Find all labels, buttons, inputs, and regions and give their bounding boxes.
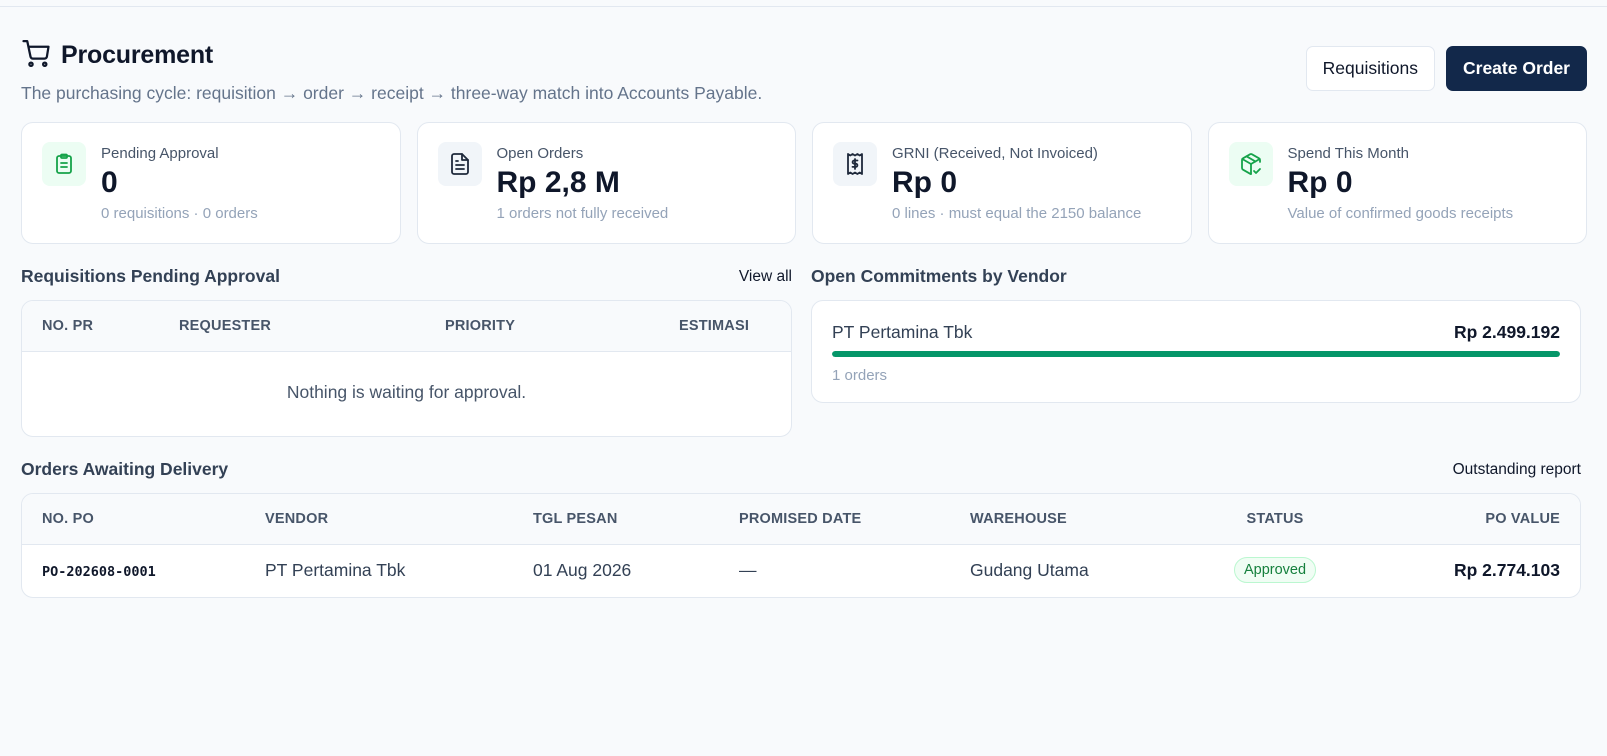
vendor-commitment-item: PT Pertamina Tbk Rp 2.499.192 1 orders [812, 301, 1580, 384]
stat-subtext: 0 requisitions · 0 orders [101, 205, 258, 222]
requisitions-section-header: Requisitions Pending Approval View all [21, 266, 792, 287]
stat-card-pending-approval: Pending Approval 0 0 requisitions · 0 or… [21, 122, 401, 244]
stat-value: 0 [101, 166, 118, 199]
outstanding-report-link[interactable]: Outstanding report [1453, 461, 1581, 479]
stat-label: GRNI (Received, Not Invoiced) [892, 145, 1098, 162]
stat-card-grni: GRNI (Received, Not Invoiced) Rp 0 0 lin… [812, 122, 1192, 244]
stat-label: Pending Approval [101, 145, 219, 162]
order-date-cell: 01 Aug 2026 [533, 559, 632, 580]
promised-date-cell: — [739, 559, 757, 580]
commitment-bar-track [832, 351, 1560, 357]
table-header-row: No. PR Requester Priority Estimasi [22, 301, 791, 352]
column-header[interactable]: Tgl Pesan [533, 494, 739, 545]
vendor-cell: PT Pertamina Tbk [265, 559, 406, 580]
column-header[interactable]: Warehouse [970, 494, 1188, 545]
column-header[interactable]: Promised Date [739, 494, 970, 545]
empty-state-message: Nothing is waiting for approval. [286, 381, 527, 402]
stat-value: Rp 0 [1287, 166, 1353, 199]
stat-value: Rp 2,8 M [496, 166, 620, 199]
table-row[interactable]: PO-202608-0001 PT Pertamina Tbk 01 Aug 2… [22, 544, 1580, 596]
po-number[interactable]: PO-202608-0001 [42, 564, 156, 580]
orders-panel: No. PO Vendor Tgl Pesan Promised Date Wa… [21, 493, 1581, 598]
column-header[interactable]: PO Value [1362, 494, 1580, 545]
column-header[interactable]: Status [1188, 494, 1362, 545]
section-title: Open Commitments by Vendor [811, 266, 1067, 286]
status-badge: Approved [1233, 557, 1317, 584]
requisitions-table: No. PR Requester Priority Estimasi [22, 301, 791, 352]
column-header[interactable]: No. PR [22, 301, 179, 352]
orders-section-header: Orders Awaiting Delivery Outstanding rep… [21, 459, 1581, 480]
stat-subtext: 1 orders not fully received [496, 205, 669, 222]
requisitions-panel: No. PR Requester Priority Estimasi Nothi… [21, 300, 792, 437]
table-header-row: No. PO Vendor Tgl Pesan Promised Date Wa… [22, 494, 1580, 545]
stat-card-spend-this-month: Spend This Month Rp 0 Value of confirmed… [1207, 122, 1587, 244]
page-title: Procurement [61, 41, 214, 69]
clipboard-icon [42, 142, 86, 186]
orders-table: No. PO Vendor Tgl Pesan Promised Date Wa… [22, 494, 1580, 596]
stats-row: Pending Approval 0 0 requisitions · 0 or… [21, 122, 1587, 244]
stat-subtext: Value of confirmed goods receipts [1287, 205, 1514, 222]
stat-value: Rp 0 [892, 166, 958, 199]
stat-label: Spend This Month [1287, 145, 1409, 162]
cart-icon [21, 38, 51, 73]
create-order-button[interactable]: Create Order [1446, 46, 1587, 91]
view-all-link[interactable]: View all [739, 268, 792, 286]
column-header[interactable]: Estimasi [679, 301, 791, 352]
stat-subtext: 0 lines · must equal the 2150 balance [892, 205, 1142, 222]
stat-label: Open Orders [496, 145, 584, 162]
package-check-icon [1228, 142, 1273, 186]
commitments-section-header: Open Commitments by Vendor [811, 266, 1581, 287]
vendor-amount: Rp 2.499.192 [1453, 322, 1560, 342]
commitments-panel: PT Pertamina Tbk Rp 2.499.192 1 orders [811, 300, 1581, 403]
page-header: Procurement The purchasing cycle: requis… [21, 38, 1587, 108]
column-header[interactable]: Vendor [265, 494, 533, 545]
section-title: Orders Awaiting Delivery [21, 459, 229, 479]
commitment-bar-fill [832, 351, 1560, 357]
top-divider [0, 6, 1607, 7]
warehouse-cell: Gudang Utama [970, 559, 1089, 580]
requisitions-button[interactable]: Requisitions [1305, 46, 1435, 91]
stat-card-open-orders: Open Orders Rp 2,8 M 1 orders not fully … [416, 122, 796, 244]
column-header[interactable]: Requester [179, 301, 445, 352]
section-title: Requisitions Pending Approval [21, 266, 280, 286]
vendor-name: PT Pertamina Tbk [832, 322, 973, 342]
po-value-cell: Rp 2.774.103 [1453, 559, 1560, 580]
receipt-icon [833, 142, 877, 186]
document-icon [437, 142, 482, 186]
column-header[interactable]: No. PO [22, 494, 265, 545]
column-header[interactable]: Priority [445, 301, 679, 352]
vendor-order-count: 1 orders [832, 367, 888, 384]
